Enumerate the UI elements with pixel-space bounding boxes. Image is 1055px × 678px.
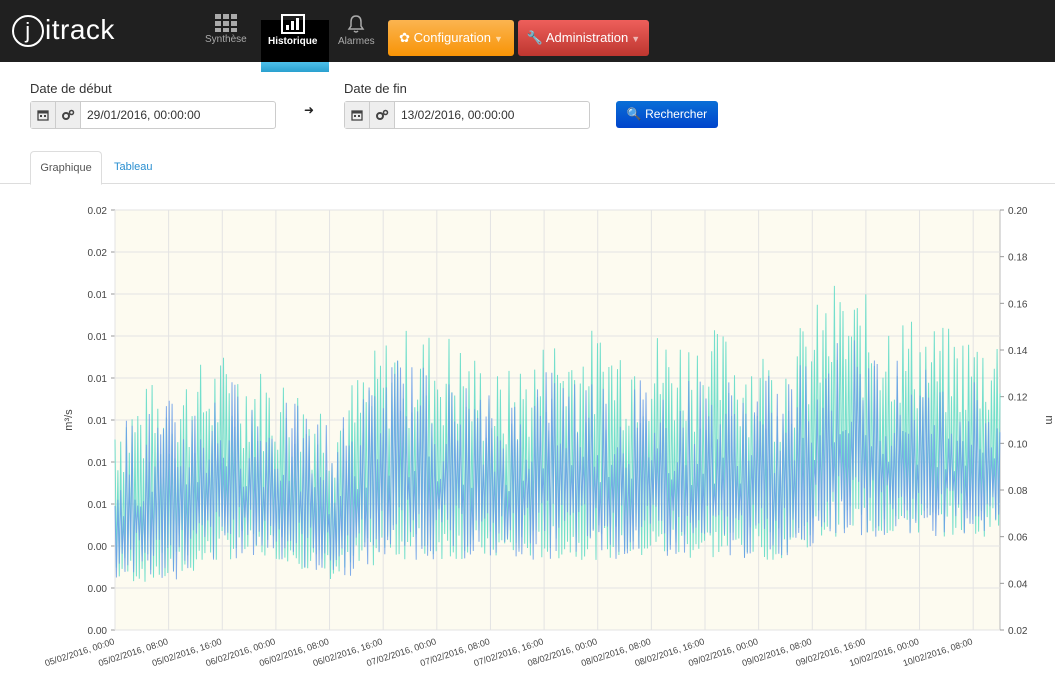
gears-icon[interactable] (370, 102, 395, 128)
y-right-tick-label: 0.10 (1008, 439, 1028, 450)
y-right-tick-label: 0.18 (1008, 253, 1028, 264)
y-right-axis-title: m (1043, 415, 1055, 424)
gears-icon[interactable] (56, 102, 81, 128)
y-right-tick-label: 0.02 (1008, 626, 1028, 637)
y-right-tick-label: 0.08 (1008, 486, 1028, 497)
nav-alarmes-label: Alarmes (338, 36, 375, 47)
y-left-tick-label: 0.01 (88, 374, 108, 385)
wrench-icon: 🔧 (526, 30, 543, 45)
y-left-axis-title: m³/s (63, 409, 75, 431)
end-date-value: 13/02/2016, 00:00:00 (401, 108, 515, 122)
y-right-tick-label: 0.14 (1008, 346, 1028, 357)
bell-icon (347, 15, 365, 33)
nav-historique[interactable]: Historique (268, 14, 317, 47)
y-left-tick-label: 0.00 (88, 542, 108, 553)
y-left-tick-label: 0.01 (88, 500, 108, 511)
y-right-tick-label: 0.20 (1008, 206, 1028, 217)
logo-text: j itrack (12, 13, 115, 48)
end-date-label: Date de fin (344, 81, 407, 96)
tab-tableau[interactable]: Tableau (114, 151, 153, 183)
calendar-icon[interactable] (31, 102, 56, 128)
gear-icon: ✿ (399, 30, 411, 45)
arrow-right-icon: ➜ (304, 103, 315, 117)
tabs-divider (0, 183, 1055, 184)
start-date-value: 29/01/2016, 00:00:00 (87, 108, 201, 122)
start-date-label: Date de début (30, 81, 112, 96)
y-right-tick-label: 0.16 (1008, 299, 1028, 310)
logo-ring: j (12, 15, 44, 48)
y-right-tick-label: 0.12 (1008, 393, 1028, 404)
y-left-tick-label: 0.02 (88, 248, 108, 259)
nav-synthese-label: Synthèse (205, 34, 247, 45)
administration-label: Administration (545, 30, 629, 45)
search-button[interactable]: 🔍 Rechercher (616, 101, 718, 128)
configuration-label: Configuration (413, 30, 491, 45)
search-icon: 🔍 (626, 107, 642, 121)
y-left-tick-label: 0.01 (88, 416, 108, 427)
end-date-field[interactable]: 13/02/2016, 00:00:00 (344, 101, 590, 129)
bar-chart-icon (280, 14, 305, 34)
configuration-dropdown-button[interactable]: ✿ Configuration ▼ (388, 20, 514, 56)
nav-synthese[interactable]: Synthèse (205, 14, 247, 45)
y-left-tick-label: 0.00 (88, 584, 108, 595)
y-left-tick-label: 0.00 (88, 626, 108, 637)
nav-active-indicator (261, 62, 329, 72)
history-chart: 0.00 0.00 0.00 0.01 0.01 0.01 0.01 0.01 0.01 0.02… (44, 206, 1055, 668)
y-right-tick-label: 0.04 (1008, 579, 1028, 590)
caret-down-icon: ▼ (493, 34, 503, 44)
y-left-tick-label: 0.01 (88, 290, 108, 301)
y-left-tick-label: 0.01 (88, 332, 108, 343)
tab-graphique[interactable]: Graphique (30, 151, 102, 185)
nav-historique-label: Historique (268, 36, 318, 47)
caret-down-icon: ▼ (631, 34, 641, 44)
search-button-label: Rechercher (645, 107, 708, 121)
y-left-tick-label: 0.02 (88, 206, 108, 217)
administration-dropdown-button[interactable]: 🔧 Administration ▼ (518, 20, 649, 56)
app-logo[interactable]: j itrack (12, 8, 115, 50)
logo-rest: itrack (45, 13, 115, 45)
y-right-tick-label: 0.06 (1008, 533, 1028, 544)
calendar-icon[interactable] (345, 102, 370, 128)
nav-alarmes[interactable]: Alarmes (338, 14, 375, 47)
grid-icon (214, 14, 237, 32)
start-date-field[interactable]: 29/01/2016, 00:00:00 (30, 101, 276, 129)
y-left-tick-label: 0.01 (88, 458, 108, 469)
